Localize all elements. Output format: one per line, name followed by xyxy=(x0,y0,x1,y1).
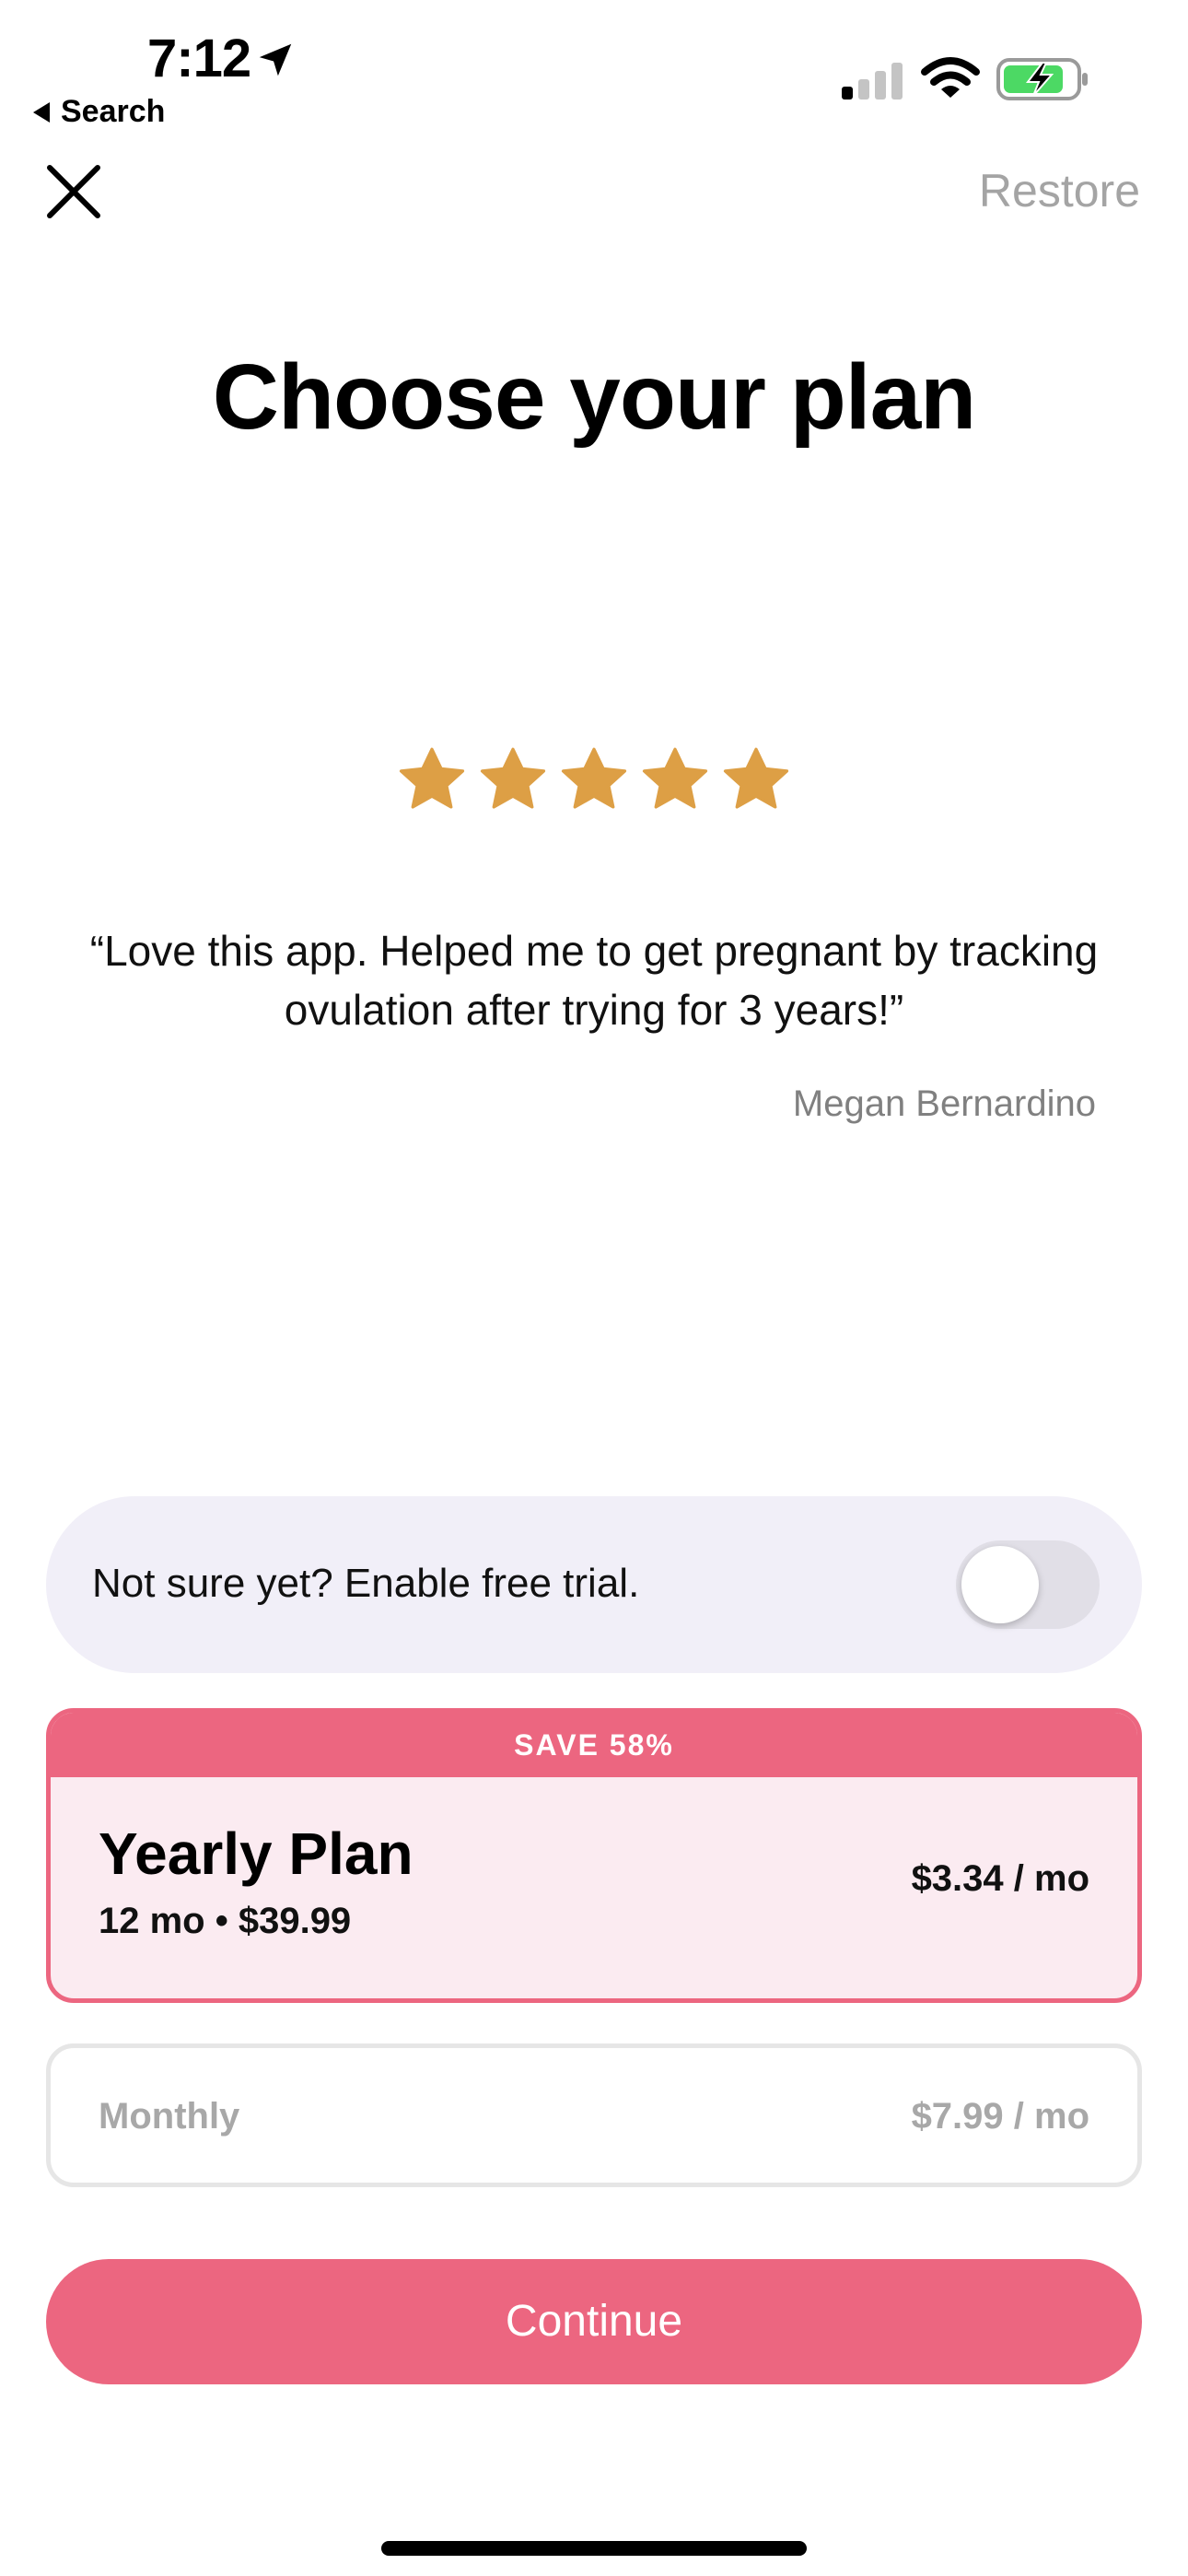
page-title: Choose your plan xyxy=(212,345,977,449)
wifi-icon xyxy=(921,57,980,98)
free-trial-toggle[interactable] xyxy=(956,1540,1100,1629)
star-icon xyxy=(561,747,627,809)
back-label: Search xyxy=(61,94,166,129)
back-arrow-icon xyxy=(33,101,50,123)
battery-charging-icon xyxy=(996,58,1088,100)
star-icon xyxy=(642,747,708,809)
yearly-plan-price: $3.34 / mo xyxy=(911,1858,1089,1899)
review-quote: “Love this app. Helped me to get pregnan… xyxy=(89,927,1099,1034)
save-badge: SAVE 58% xyxy=(51,1713,1137,1777)
back-to-search-link[interactable]: Search xyxy=(33,94,165,130)
star-icon xyxy=(723,747,789,809)
yearly-plan-detail: 12 mo • $39.99 xyxy=(99,1901,352,1941)
home-indicator[interactable] xyxy=(381,2541,807,2556)
monthly-plan-name: Monthly xyxy=(99,2096,240,2137)
yearly-plan-card[interactable]: SAVE 58% Yearly Plan 12 mo • $39.99 $3.3… xyxy=(46,1708,1142,2003)
free-trial-label: Not sure yet? Enable free trial. xyxy=(92,1561,640,1606)
star-icon xyxy=(399,747,465,809)
toggle-knob xyxy=(961,1546,1039,1623)
yearly-plan-name: Yearly Plan xyxy=(99,1821,413,1887)
status-time: 7:12 xyxy=(147,29,251,88)
review-author: Megan Bernardino xyxy=(792,1083,1096,1124)
monthly-plan-price: $7.99 / mo xyxy=(911,2096,1089,2137)
monthly-plan-card[interactable]: Monthly $7.99 / mo xyxy=(46,2043,1142,2187)
close-button[interactable] xyxy=(44,162,103,221)
rating-stars xyxy=(0,744,1188,816)
close-icon xyxy=(47,165,100,218)
free-trial-row: Not sure yet? Enable free trial. xyxy=(46,1496,1142,1673)
signal-icon xyxy=(842,63,903,100)
continue-button[interactable]: Continue xyxy=(46,2259,1142,2384)
location-arrow-icon xyxy=(259,43,292,76)
restore-button[interactable]: Restore xyxy=(979,164,1140,217)
star-icon xyxy=(480,747,546,809)
